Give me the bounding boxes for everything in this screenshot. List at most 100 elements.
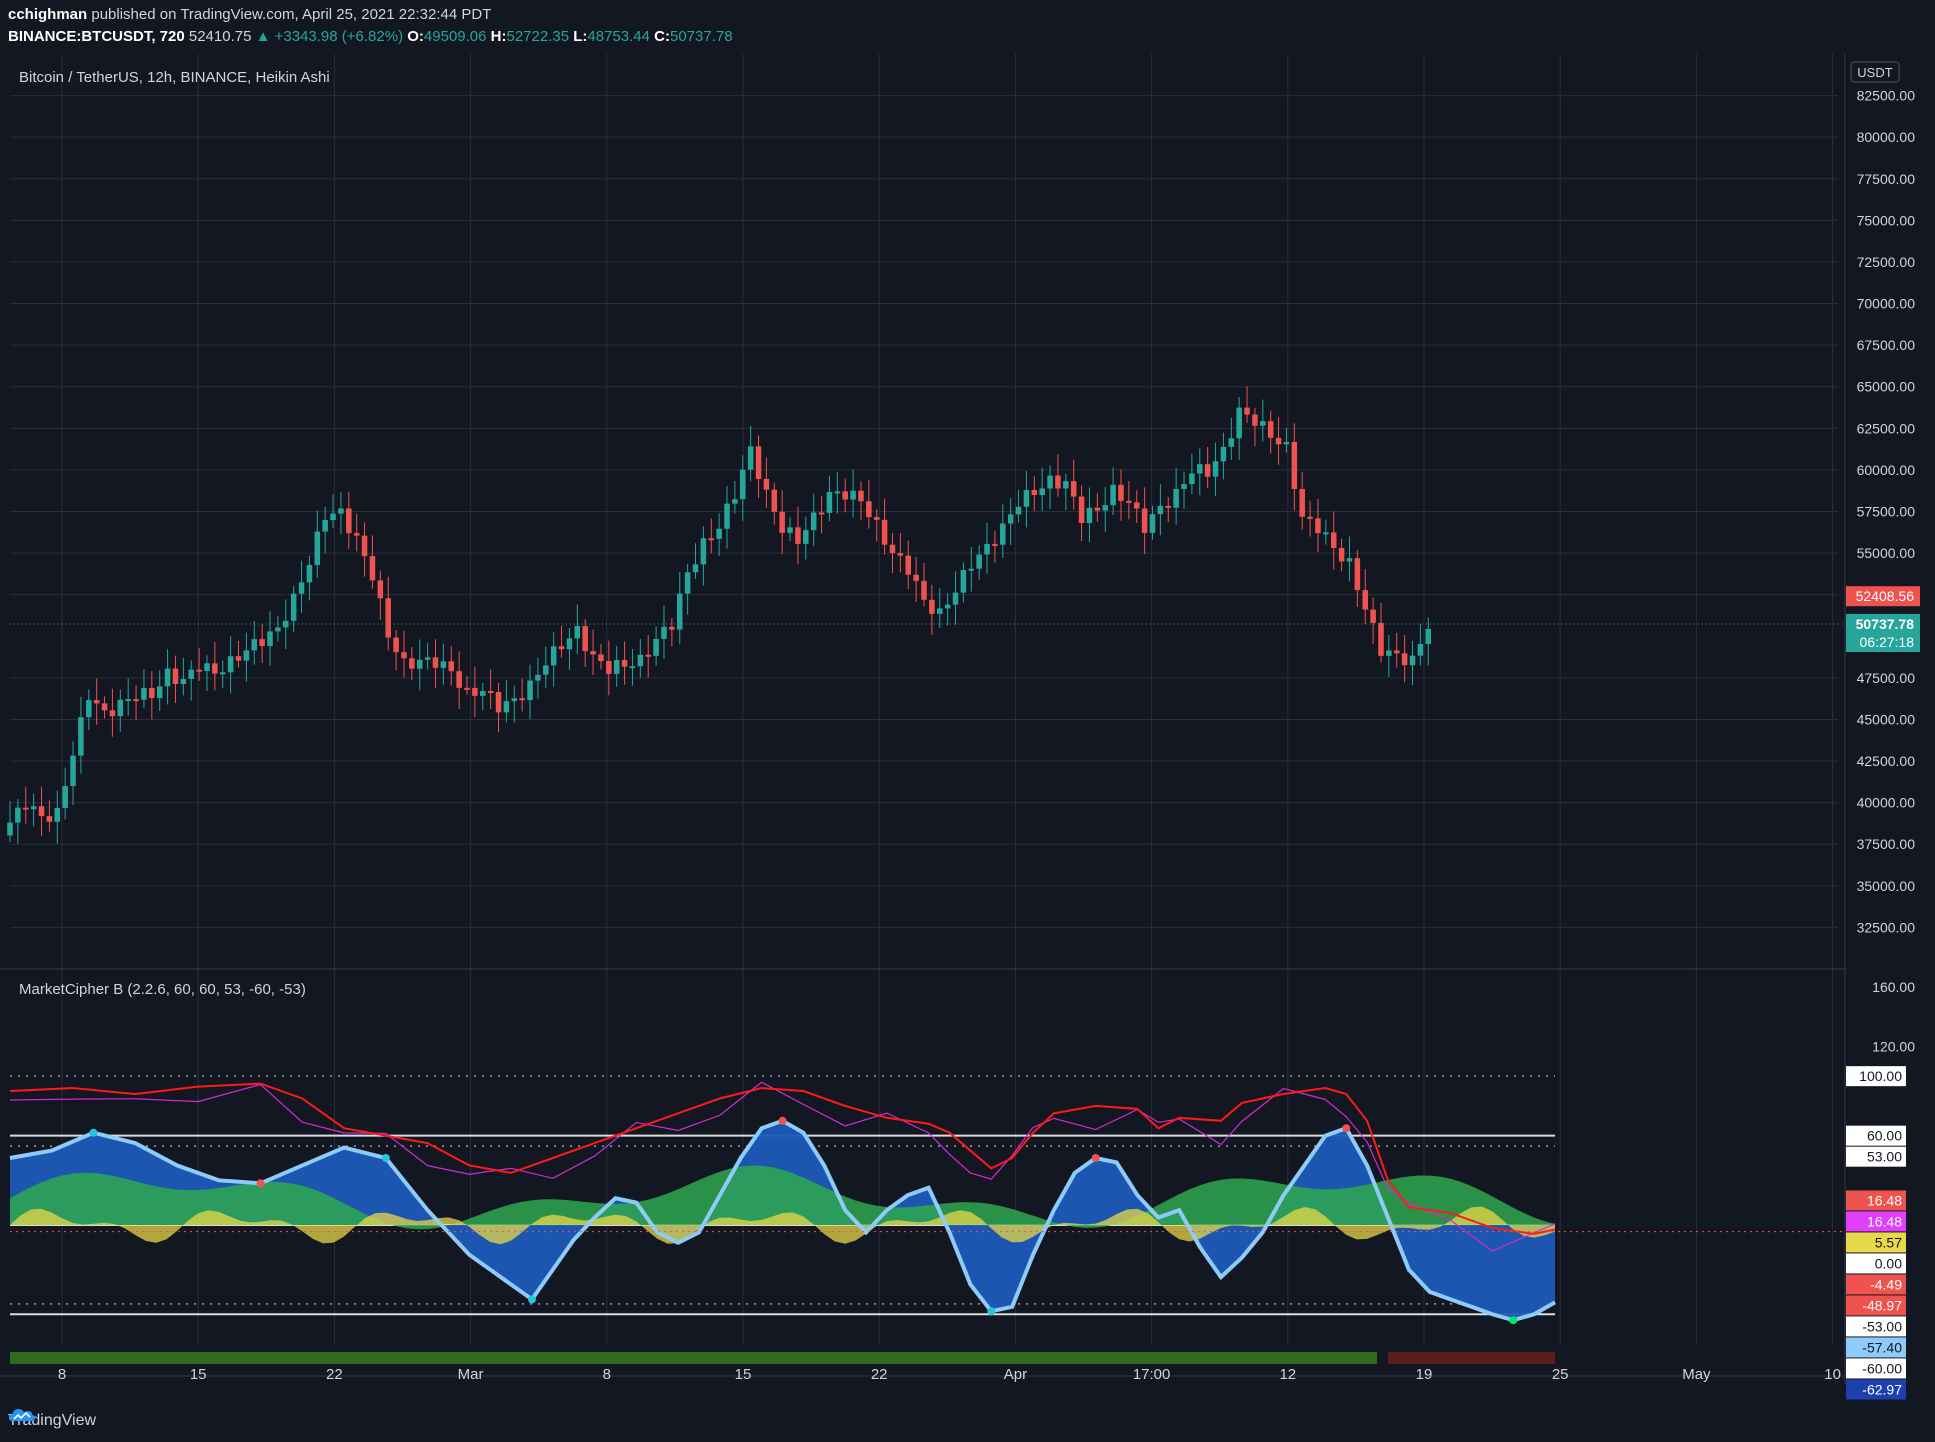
candle-body: [259, 639, 265, 647]
ohlc-line: BINANCE:BTCUSDT, 720 52410.75 ▲ +3343.98…: [8, 26, 733, 48]
candle-body: [1189, 473, 1195, 485]
symbol-label[interactable]: BINANCE:BTCUSDT, 720: [8, 28, 185, 45]
bias-bar-bearish: [1388, 1352, 1555, 1364]
osc-level-label: -48.97: [1862, 1297, 1902, 1313]
candle-body: [1070, 481, 1077, 497]
x-tick-label: Mar: [458, 1366, 484, 1383]
candle-body: [180, 679, 187, 685]
y-tick-label: 37500.00: [1857, 836, 1916, 852]
candle-body: [361, 535, 368, 557]
candle-body: [1354, 558, 1361, 591]
candle-body: [393, 637, 399, 653]
candle-body: [952, 592, 959, 605]
chart-svg[interactable]: 82500.00 80000.00 77500.00 75000.00 72500.00…: [0, 54, 1935, 1400]
candle-body: [1204, 464, 1211, 477]
osc-level-label: -4.49: [1870, 1276, 1902, 1292]
wave-cross-dot: [527, 1295, 536, 1304]
candle-body: [984, 543, 990, 555]
candle-body: [401, 652, 407, 659]
candle-body: [913, 574, 919, 581]
candle-body: [1157, 505, 1164, 515]
candle-body: [235, 656, 242, 661]
candle-body: [527, 680, 533, 701]
candle-body: [676, 593, 683, 630]
candle-body: [937, 608, 943, 614]
candle-body: [1417, 643, 1424, 656]
candle-body: [779, 511, 785, 533]
chart-area[interactable]: 82500.00 80000.00 77500.00 75000.00 72500.00…: [0, 54, 1935, 1400]
open-value: 49509.06: [423, 28, 487, 45]
candle-body: [1307, 516, 1313, 519]
y-tick-label: 72500.00: [1857, 254, 1916, 270]
candle-body: [283, 620, 289, 628]
candle-body: [535, 674, 541, 681]
publisher-name[interactable]: cchighman: [8, 6, 87, 23]
candle-body: [298, 582, 305, 594]
price-change: ▲ +3343.98 (+6.82%): [255, 28, 404, 45]
candle-body: [1133, 502, 1140, 509]
candle-body: [1394, 650, 1400, 654]
candle-body: [117, 699, 124, 717]
close-value: 50737.78: [670, 28, 733, 45]
y-tick-label: 32500.00: [1857, 919, 1916, 935]
candle-body: [1346, 558, 1353, 562]
x-tick-label: 22: [871, 1366, 888, 1383]
candle-body: [267, 631, 273, 647]
candle-body: [409, 658, 415, 669]
candle-body: [771, 489, 778, 512]
candle-body: [661, 626, 667, 639]
candle-body: [101, 703, 108, 711]
osc-y-tick-label: 120.00: [1872, 1038, 1915, 1054]
candle-body: [1260, 421, 1266, 426]
y-tick-label: 67500.00: [1857, 337, 1916, 353]
candle-body: [385, 598, 391, 638]
osc-level-label: -60.00: [1862, 1360, 1902, 1376]
candle-body: [1173, 488, 1179, 508]
wave-cross-dot: [381, 1154, 390, 1162]
candle-body: [480, 691, 486, 696]
last-price-label: 50737.78: [1856, 616, 1915, 632]
last-high-label: 52408.56: [1856, 588, 1915, 604]
candle-body: [149, 687, 155, 699]
candle-body: [1094, 507, 1101, 511]
candle-body: [905, 555, 911, 575]
candle-body: [1063, 481, 1069, 489]
candle-body: [133, 699, 139, 702]
candle-body: [125, 699, 131, 702]
candle-body: [1275, 437, 1282, 445]
candle-body: [881, 519, 888, 545]
candle-body: [1078, 496, 1085, 523]
countdown-label: 06:27:18: [1860, 634, 1915, 650]
candle-body: [472, 687, 478, 696]
candle-body: [558, 646, 565, 650]
candle-body: [1141, 508, 1148, 533]
candle-body: [164, 668, 171, 687]
wave-cross-dot: [1509, 1316, 1518, 1325]
candle-body: [598, 654, 604, 662]
oscillator-legend-title: MarketCipher B (2.2.6, 60, 60, 53, -60, …: [19, 981, 306, 998]
y-tick-label: 82500.00: [1857, 88, 1916, 104]
x-tick-label: 15: [190, 1366, 207, 1383]
tradingview-footer[interactable]: TradingView: [8, 1406, 96, 1436]
candle-body: [897, 553, 904, 556]
x-tick-label: 8: [58, 1366, 66, 1383]
candle-body: [346, 508, 352, 534]
last-price: 52410.75: [188, 28, 252, 45]
candle-body: [866, 501, 872, 518]
candle-body: [645, 654, 651, 657]
candle-body: [921, 580, 927, 600]
candle-body: [1031, 489, 1038, 496]
y-tick-label: 62500.00: [1857, 420, 1916, 436]
candle-body: [716, 528, 722, 539]
candle-body: [503, 701, 510, 713]
candle-body: [787, 527, 793, 533]
candle-body: [755, 446, 762, 479]
candle-body: [306, 564, 313, 583]
candle-body: [842, 491, 848, 500]
candle-body: [416, 659, 423, 669]
candle-body: [369, 556, 376, 581]
y-tick-label: 65000.00: [1857, 379, 1916, 395]
candle-body: [834, 491, 841, 494]
y-tick-label: 57500.00: [1857, 504, 1916, 520]
candle-body: [1323, 532, 1329, 535]
